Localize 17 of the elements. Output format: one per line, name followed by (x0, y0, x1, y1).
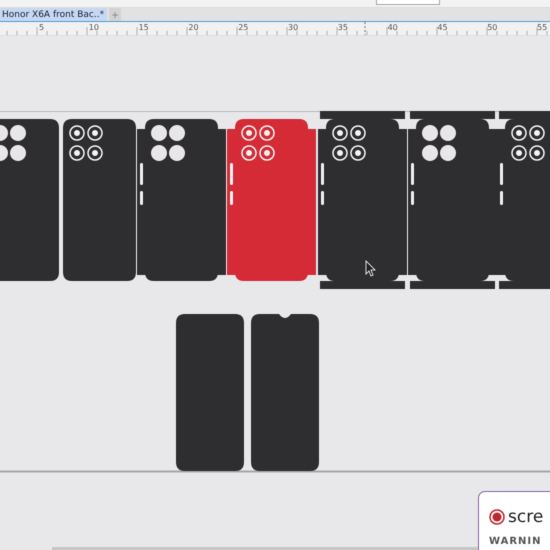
toolbar-field[interactable] (376, 0, 440, 5)
warning-text: WARNIN (489, 536, 542, 547)
ruler-label: 5 (39, 23, 44, 32)
ruler-label: 15 (138, 23, 149, 32)
cursor-icon (366, 260, 376, 277)
ruler-label: 10 (88, 23, 99, 32)
brand-name: scre (508, 507, 544, 527)
ruler-label: 45 (437, 23, 448, 32)
document-tab[interactable]: Honor X6A front Bac..* (0, 8, 108, 21)
record-icon (489, 509, 505, 525)
ruler-label: 55 (537, 23, 548, 32)
ruler-label: 20 (188, 23, 199, 32)
ruler-label: 25 (238, 23, 248, 32)
ruler-label: 40 (388, 23, 398, 32)
ruler-label: 30 (288, 23, 298, 32)
ruler-label: 35 (338, 23, 348, 32)
ruler-label: 50 (487, 23, 498, 32)
